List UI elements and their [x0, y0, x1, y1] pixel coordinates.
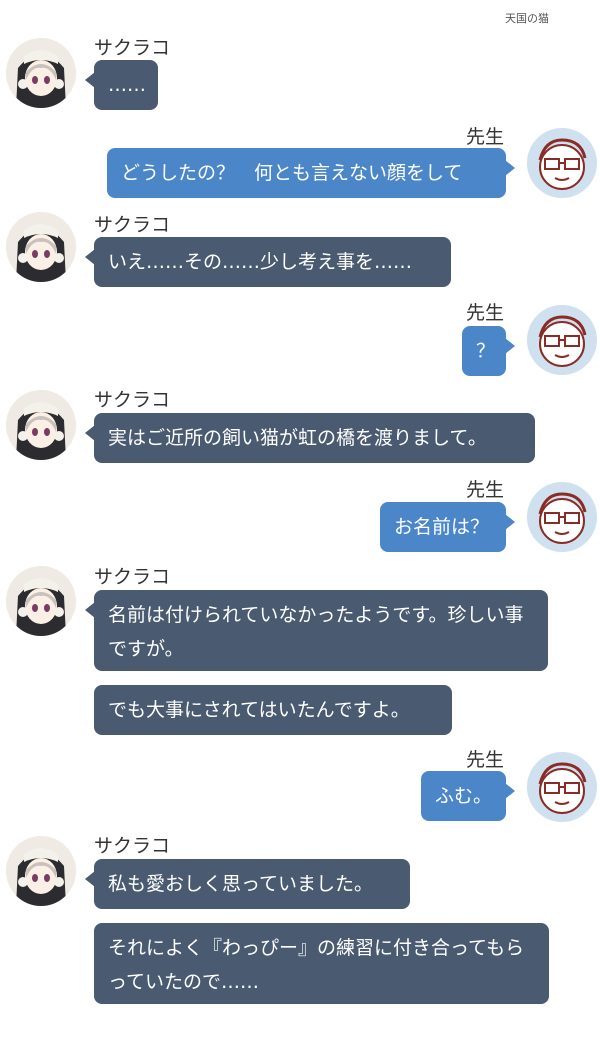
message-bubble-11: それによく『わっぴー』の練習に付き合ってもらっていたので……: [94, 923, 549, 1004]
speaker-name-sakurako: サクラコ: [94, 214, 171, 236]
message-bubble-3: いえ……その……少し考え事を……: [85, 237, 451, 287]
speaker-name-sakurako: サクラコ: [94, 566, 171, 588]
speaker-name-sakurako: サクラコ: [94, 37, 171, 59]
message-bubble-1: ……: [85, 60, 158, 110]
message-bubble-7: 名前は付けられていなかったようです。珍しい事ですが。: [85, 590, 548, 671]
speaker-name-sakurako: サクラコ: [94, 389, 171, 411]
sakurako-avatar: [6, 212, 76, 282]
message-bubble-8: でも大事にされてはいたんですよ。: [94, 685, 452, 735]
message-bubble-9: ふむ。: [421, 771, 515, 821]
speaker-name-sensei: 先生: [466, 479, 505, 501]
speaker-name-sensei: 先生: [466, 126, 505, 148]
sensei-avatar: [527, 752, 597, 822]
sensei-avatar: [527, 305, 597, 375]
speaker-name-sensei: 先生: [466, 749, 505, 771]
message-bubble-2: どうしたの？ 何とも言えない顔をして: [107, 148, 515, 198]
header-title: 天国の猫: [505, 12, 549, 25]
sakurako-avatar: [6, 566, 76, 636]
sensei-avatar: [527, 128, 597, 198]
message-bubble-5: 実はご近所の飼い猫が虹の橋を渡りまして。: [85, 413, 535, 463]
sakurako-avatar: [6, 38, 76, 108]
message-bubble-10: 私も愛おしく思っていました。: [85, 859, 410, 909]
message-bubble-6: お名前は？: [380, 502, 515, 552]
speaker-name-sensei: 先生: [466, 302, 505, 324]
sensei-avatar: [527, 482, 597, 552]
message-bubble-4: ？: [462, 326, 515, 376]
sakurako-avatar: [6, 390, 76, 460]
sakurako-avatar: [6, 836, 76, 906]
speaker-name-sakurako: サクラコ: [94, 835, 171, 857]
